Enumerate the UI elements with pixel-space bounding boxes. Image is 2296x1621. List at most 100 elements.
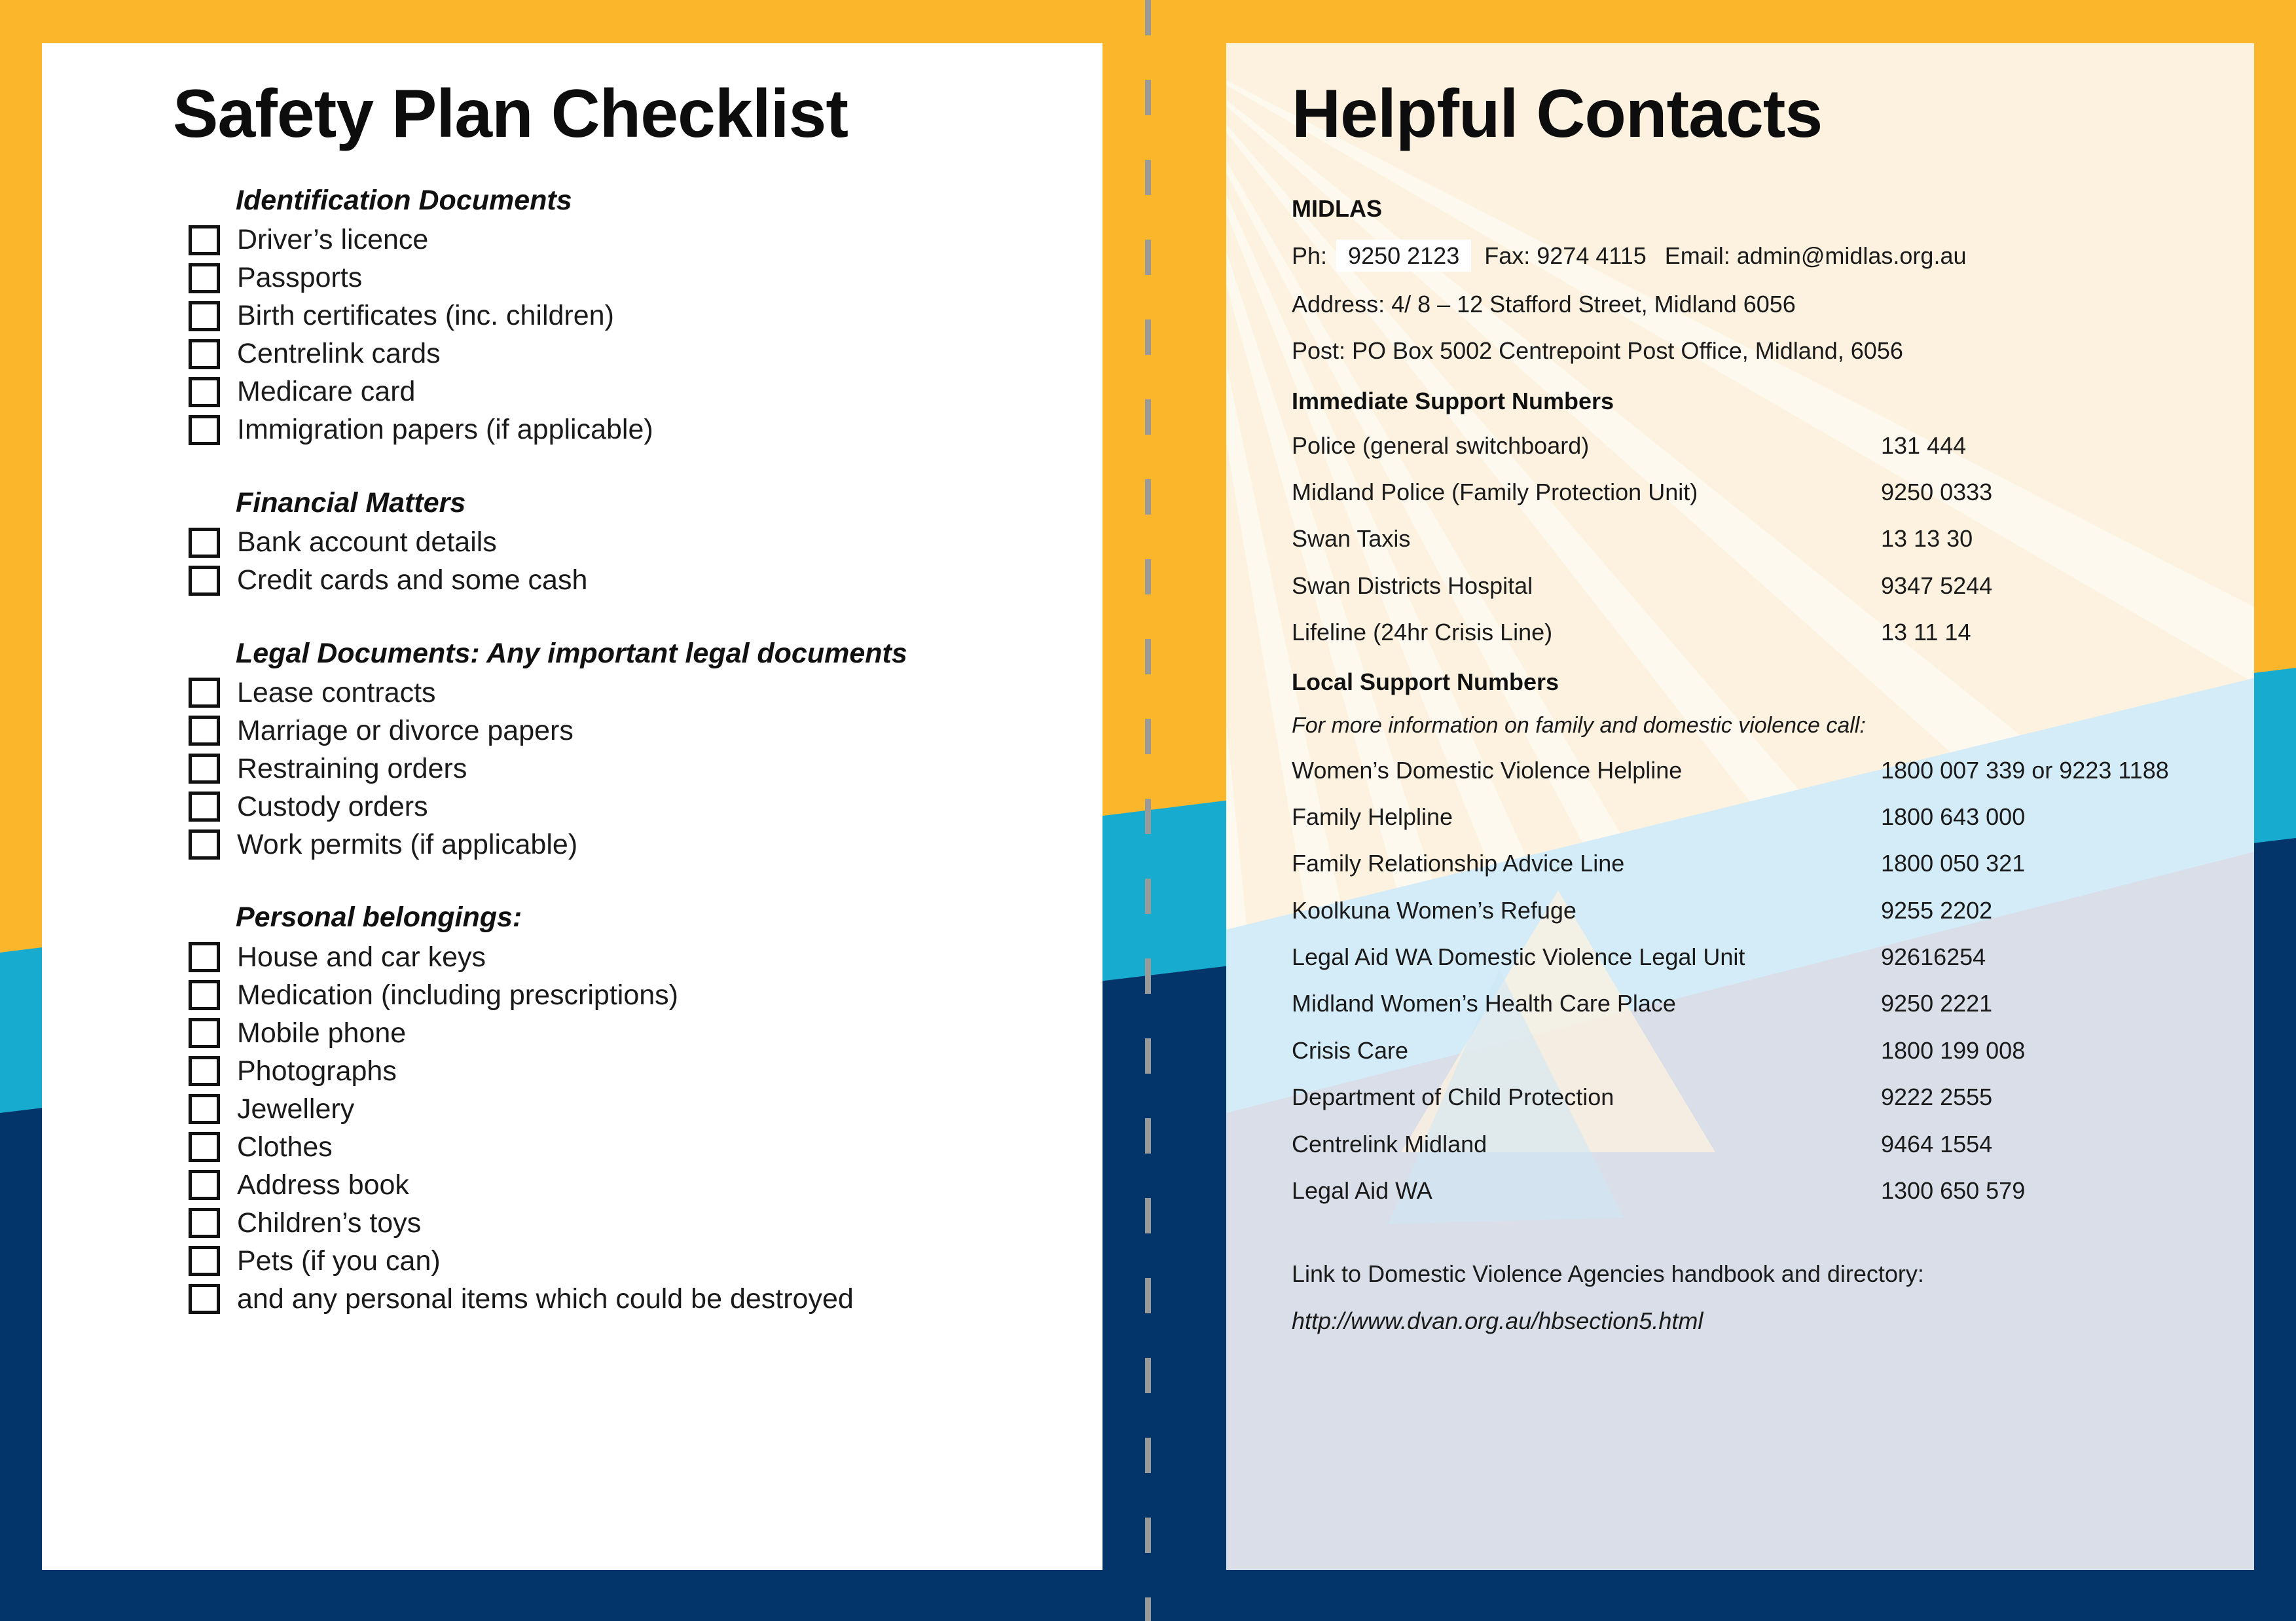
- checklist-item[interactable]: Passports: [189, 259, 1089, 297]
- checklist-item[interactable]: Medication (including prescriptions): [189, 976, 1089, 1014]
- safety-plan-card: Safety Plan Checklist Identification Doc…: [42, 43, 1102, 1570]
- checklist-label: Children’s toys: [237, 1207, 422, 1239]
- org-address: Address: 4/ 8 – 12 Stafford Street, Midl…: [1292, 291, 1796, 318]
- contact-number[interactable]: 1800 643 000: [1881, 803, 2025, 830]
- checkbox[interactable]: [189, 301, 220, 331]
- checkbox[interactable]: [189, 716, 220, 746]
- checkbox[interactable]: [189, 338, 220, 369]
- section-personal-belongings: Personal belongings: House and car keys …: [173, 900, 1089, 1318]
- contact-name: Department of Child Protection: [1292, 1084, 1614, 1111]
- contact-name: Family Helpline: [1292, 803, 1453, 830]
- checkbox[interactable]: [189, 263, 220, 293]
- contact-name: Police (general switchboard): [1292, 431, 1590, 459]
- checklist-item[interactable]: Custody orders: [189, 788, 1089, 826]
- checklist-item[interactable]: Work permits (if applicable): [189, 826, 1089, 864]
- checklist-item[interactable]: Bank account details: [189, 524, 1089, 562]
- checkbox[interactable]: [189, 376, 220, 407]
- handbook-link-url[interactable]: http://www.dvan.org.au/hbsection5.html: [1292, 1307, 2241, 1335]
- contact-number[interactable]: 1800 050 321: [1881, 850, 2025, 877]
- contact-name: Midland Police (Family Protection Unit): [1292, 478, 1698, 505]
- contact-number[interactable]: 9255 2202: [1881, 897, 1992, 924]
- checkbox[interactable]: [189, 1132, 220, 1162]
- checkbox[interactable]: [189, 527, 220, 558]
- contact-number[interactable]: 1800 199 008: [1881, 1037, 2025, 1064]
- contact-number[interactable]: 9464 1554: [1881, 1131, 1992, 1157]
- checkbox[interactable]: [189, 225, 220, 255]
- checkbox[interactable]: [189, 414, 220, 445]
- contact-row: Swan Districts Hospital 9347 5244: [1292, 572, 2241, 599]
- checkbox[interactable]: [189, 792, 220, 822]
- contact-number[interactable]: 13 11 14: [1881, 619, 1971, 646]
- contact-row: Midland Women’s Health Care Place 9250 2…: [1292, 990, 2241, 1017]
- checkbox[interactable]: [189, 1018, 220, 1048]
- checklist-item[interactable]: Clothes: [189, 1128, 1089, 1166]
- checkbox[interactable]: [189, 980, 220, 1010]
- checkbox[interactable]: [189, 1246, 220, 1276]
- checklist-item[interactable]: Credit cards and some cash: [189, 562, 1089, 600]
- contact-name: Centrelink Midland: [1292, 1130, 1487, 1157]
- checklist-item[interactable]: Jewellery: [189, 1090, 1089, 1128]
- section-heading: Identification Documents: [236, 185, 572, 216]
- section-heading: Legal Documents: Any important legal doc…: [236, 637, 907, 669]
- local-support-note: For more information on family and domes…: [1292, 712, 1866, 738]
- contact-number[interactable]: 9250 0333: [1881, 479, 1992, 505]
- email-value[interactable]: Email: admin@midlas.org.au: [1665, 242, 1967, 270]
- checkbox[interactable]: [189, 565, 220, 596]
- checklist-label: Clothes: [237, 1131, 333, 1163]
- contact-row: Midland Police (Family Protection Unit) …: [1292, 479, 2241, 505]
- contact-number[interactable]: 1800 007 339 or 9223 1188: [1881, 757, 2169, 784]
- checklist-item[interactable]: Birth certificates (inc. children): [189, 297, 1089, 335]
- checklist-label: Birth certificates (inc. children): [237, 300, 614, 332]
- checklist-item[interactable]: Photographs: [189, 1052, 1089, 1090]
- checkbox[interactable]: [189, 1094, 220, 1124]
- checkbox[interactable]: [189, 1284, 220, 1314]
- contact-number[interactable]: 131 444: [1881, 432, 1966, 459]
- checklist-item[interactable]: Lease contracts: [189, 674, 1089, 712]
- contact-name: Swan Districts Hospital: [1292, 572, 1533, 599]
- contact-row: Legal Aid WA Domestic Violence Legal Uni…: [1292, 943, 2241, 970]
- checkbox[interactable]: [189, 829, 220, 860]
- contact-name: Lifeline (24hr Crisis Line): [1292, 619, 1553, 646]
- checklist-label: House and car keys: [237, 941, 486, 973]
- contact-number[interactable]: 92616254: [1881, 943, 1986, 970]
- checklist-item[interactable]: Driver’s licence: [189, 221, 1089, 259]
- contact-number[interactable]: 1300 650 579: [1881, 1177, 2025, 1204]
- checklist-label: Address book: [237, 1169, 409, 1201]
- phone-label: Ph:: [1292, 242, 1328, 269]
- checklist-label: Lease contracts: [237, 676, 436, 708]
- checkbox[interactable]: [189, 754, 220, 784]
- checklist-item[interactable]: Restraining orders: [189, 750, 1089, 788]
- checklist-item[interactable]: Marriage or divorce papers: [189, 712, 1089, 750]
- checklist-label: Credit cards and some cash: [237, 564, 588, 596]
- checklist-label: Restraining orders: [237, 752, 467, 784]
- checkbox[interactable]: [189, 1056, 220, 1086]
- contact-number[interactable]: 9222 2555: [1881, 1084, 1992, 1110]
- org-post: Post: PO Box 5002 Centrepoint Post Offic…: [1292, 337, 1903, 365]
- checklist-item[interactable]: Immigration papers (if applicable): [189, 411, 1089, 449]
- checklist-item[interactable]: House and car keys: [189, 938, 1089, 976]
- fax-value: Fax: 9274 4115: [1484, 242, 1647, 269]
- checklist-item[interactable]: Mobile phone: [189, 1014, 1089, 1052]
- fold-dashed-line: [1145, 0, 1151, 1621]
- contact-number[interactable]: 9250 2221: [1881, 990, 1992, 1017]
- phone-value[interactable]: 9250 2123: [1336, 240, 1472, 272]
- checklist-item[interactable]: Children’s toys: [189, 1204, 1089, 1242]
- checklist-item[interactable]: Centrelink cards: [189, 335, 1089, 373]
- contact-number[interactable]: 9347 5244: [1881, 572, 1992, 599]
- checkbox[interactable]: [189, 678, 220, 708]
- checklist-item[interactable]: Medicare card: [189, 373, 1089, 411]
- checklist-label: Passports: [237, 262, 363, 294]
- contact-number[interactable]: 13 13 30: [1881, 525, 1973, 552]
- contact-row: Women’s Domestic Violence Helpline 1800 …: [1292, 757, 2241, 784]
- checkbox[interactable]: [189, 942, 220, 972]
- checklist-item[interactable]: Address book: [189, 1166, 1089, 1204]
- contact-name: Swan Taxis: [1292, 525, 1411, 553]
- checklist-item[interactable]: Pets (if you can): [189, 1242, 1089, 1280]
- contact-row: Centrelink Midland 9464 1554: [1292, 1131, 2241, 1157]
- checklist-item[interactable]: and any personal items which could be de…: [189, 1280, 1089, 1318]
- checklist-label: Medicare card: [237, 376, 416, 408]
- section-identification-documents: Identification Documents Driver’s licenc…: [173, 183, 1089, 449]
- checkbox[interactable]: [189, 1170, 220, 1200]
- checkbox[interactable]: [189, 1208, 220, 1238]
